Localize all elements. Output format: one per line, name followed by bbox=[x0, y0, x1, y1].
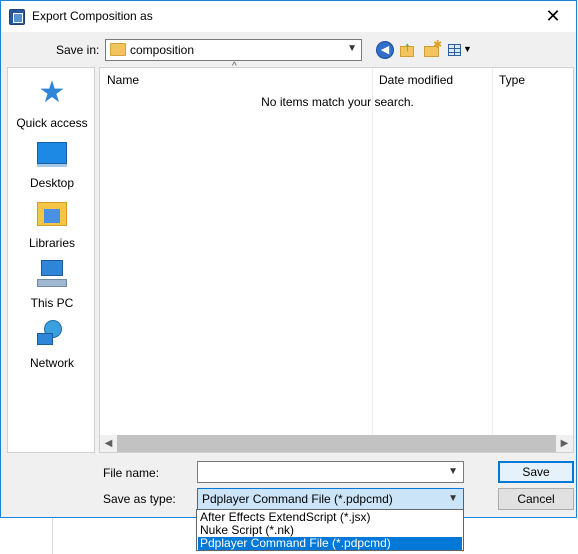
folder-icon bbox=[110, 43, 126, 56]
sort-ascending-icon: ^ bbox=[232, 61, 237, 72]
cancel-button[interactable]: Cancel bbox=[498, 488, 574, 510]
places-bar: ★ Quick access Desktop Libraries This PC… bbox=[7, 67, 95, 453]
empty-message: No items match your search. bbox=[261, 95, 414, 109]
save-in-value: composition bbox=[130, 43, 195, 57]
back-icon[interactable]: ◀ bbox=[376, 41, 394, 59]
view-menu-icon[interactable]: ▼ bbox=[447, 41, 472, 59]
place-label: Libraries bbox=[28, 236, 76, 250]
file-name-field[interactable]: ▼ bbox=[197, 461, 464, 483]
column-divider[interactable] bbox=[492, 68, 493, 438]
scroll-left-icon[interactable]: ◀ bbox=[100, 435, 117, 452]
up-folder-icon[interactable]: ↑ bbox=[399, 39, 417, 59]
libraries-icon bbox=[37, 202, 67, 226]
place-label: Desktop bbox=[29, 176, 75, 190]
column-header-date-modified[interactable]: Date modified bbox=[379, 68, 453, 92]
place-label: Network bbox=[29, 356, 74, 370]
chevron-down-icon: ▼ bbox=[347, 43, 357, 54]
star-icon: ★ bbox=[38, 76, 66, 109]
column-header-type[interactable]: Type bbox=[499, 68, 525, 92]
column-header-name[interactable]: Name bbox=[107, 68, 139, 92]
save-in-combo[interactable]: composition ▼ bbox=[105, 39, 362, 61]
save-as-type-label: Save as type: bbox=[103, 492, 176, 506]
background-divider bbox=[52, 518, 53, 554]
horizontal-scrollbar[interactable]: ◀ ▶ bbox=[100, 435, 573, 452]
scroll-right-icon[interactable]: ▶ bbox=[556, 435, 573, 452]
save-as-type-value: Pdplayer Command File (*.pdpcmd) bbox=[202, 492, 393, 506]
column-divider[interactable] bbox=[372, 68, 373, 438]
save-in-label: Save in: bbox=[56, 43, 100, 57]
new-folder-icon[interactable]: ✱ bbox=[423, 39, 442, 59]
scrollbar-thumb[interactable] bbox=[117, 435, 556, 452]
save-as-type-dropdown: After Effects ExtendScript (*.jsx) Nuke … bbox=[196, 509, 464, 551]
network-icon bbox=[37, 320, 67, 350]
type-option-pdpcmd[interactable]: Pdplayer Command File (*.pdpcmd) bbox=[198, 537, 462, 550]
file-name-input[interactable] bbox=[200, 464, 440, 480]
export-dialog: Export Composition as ✕ Save in: composi… bbox=[0, 0, 577, 518]
close-button[interactable]: ✕ bbox=[530, 1, 576, 32]
app-icon bbox=[9, 9, 25, 25]
place-label: Quick access bbox=[16, 116, 88, 130]
save-as-type-select[interactable]: Pdplayer Command File (*.pdpcmd) ▼ bbox=[197, 488, 464, 510]
chevron-down-icon[interactable]: ▼ bbox=[448, 466, 458, 477]
computer-icon bbox=[37, 260, 67, 290]
file-name-label: File name: bbox=[103, 466, 160, 480]
save-button[interactable]: Save bbox=[498, 461, 574, 483]
desktop-icon bbox=[37, 142, 67, 167]
title-bar: Export Composition as ✕ bbox=[1, 1, 576, 32]
window-title: Export Composition as bbox=[32, 9, 153, 23]
place-label: This PC bbox=[30, 296, 74, 310]
close-icon: ✕ bbox=[545, 6, 561, 26]
chevron-down-icon: ▼ bbox=[448, 493, 458, 504]
file-list[interactable]: ^ Name Date modified Type No items match… bbox=[99, 61, 574, 453]
